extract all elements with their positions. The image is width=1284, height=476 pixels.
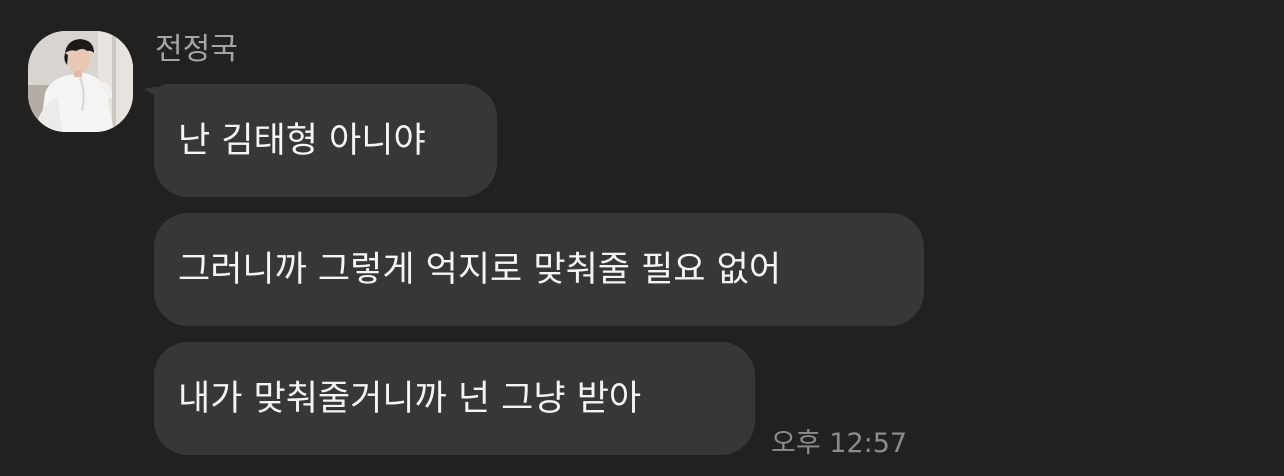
message-text: 내가 맞춰줄거니까 넌 그냥 받아 xyxy=(178,378,642,419)
message-bubble[interactable]: 난 김태형 아니야 xyxy=(154,84,497,197)
profile-photo-avatar-icon xyxy=(28,31,133,132)
message-text: 난 김태형 아니야 xyxy=(178,120,426,161)
sender-avatar[interactable] xyxy=(28,31,133,132)
message-bubble[interactable]: 그러니까 그렇게 억지로 맞춰줄 필요 없어 xyxy=(154,213,924,326)
message-bubble[interactable]: 내가 맞춰줄거니까 넌 그냥 받아 xyxy=(154,342,755,455)
message-timestamp: 오후 12:57 xyxy=(771,428,908,459)
message-text: 그러니까 그렇게 억지로 맞춰줄 필요 없어 xyxy=(178,249,782,290)
sender-name: 전정국 xyxy=(155,32,238,67)
